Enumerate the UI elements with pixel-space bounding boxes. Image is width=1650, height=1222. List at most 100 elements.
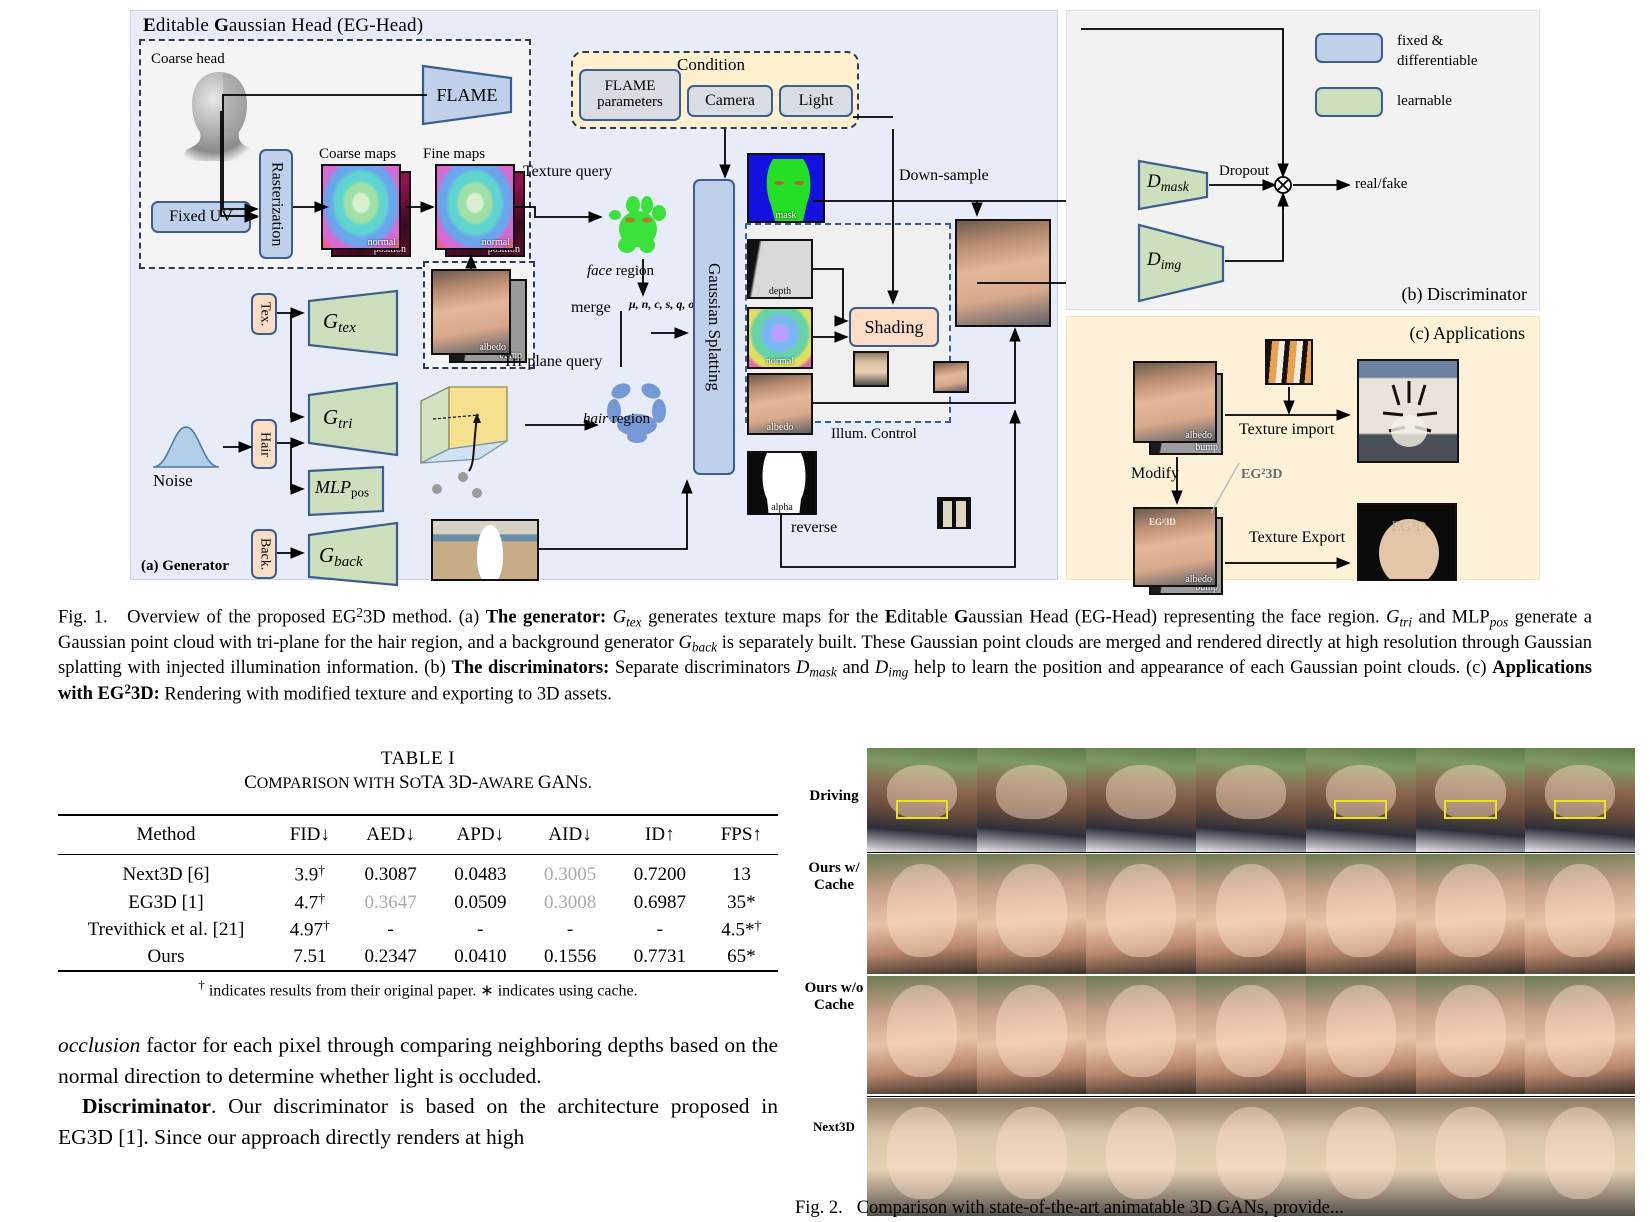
flame-parameters-line2: parameters [597,94,663,110]
fig2-face-overlay [1325,863,1396,958]
table-cell-dagger: † [318,863,326,878]
legend-label-fixed-l2: differentiable [1397,53,1478,69]
table-col-aid: AID↓ [525,814,615,855]
fig2-frame-r2-c5 [1415,976,1526,1094]
fig2-face-overlay [996,764,1067,819]
fig2-frame-r0-c0 [867,748,977,852]
table-cell-value: 0.3008 [543,891,597,913]
eg23d-watermark-label: EG²3D [1241,467,1283,482]
fig2-row-label-driving-l1: Driving [809,788,859,804]
app-source-albedo-caption: albedo [1185,430,1212,441]
fig2-face-overlay [1215,863,1287,958]
table-cell-value: 3.9† [294,863,326,886]
g-tri-block[interactable]: Gtri [307,381,399,457]
fig2-row-label-driving: Driving [795,788,873,805]
tri-plane-cube-icon [415,383,525,475]
table-col-method: Method [58,814,274,855]
coarse-head-mesh-icon [173,69,265,164]
branch-hair-block[interactable]: Hair [251,419,277,469]
legend-label-learnable: learnable [1397,93,1452,109]
g-tex-block[interactable]: Gtex [307,289,399,357]
table-1-subtitle-aware: AWARE [478,775,538,792]
table-col-aed: AED↓ [345,814,436,855]
mask-buffer: mask [747,153,825,223]
hair-region-label: hair region [583,411,651,427]
fig2-frame-r2-c3 [1196,976,1306,1094]
depth-caption: depth [768,286,792,297]
reverse-label: reverse [791,519,838,536]
table-cell-value: - [387,919,394,941]
fig2-row-label-ours-with-cache-l1: Ours w/ [808,860,860,876]
app-modified-albedo-caption: albedo [1185,574,1212,585]
fig2-face-overlay [1545,863,1616,958]
body-paragraph-1: occlusion factor for each pixel through … [58,1030,778,1091]
flame-parameters-block[interactable]: FLAME parameters [579,69,681,121]
final-render [955,219,1051,327]
figure-1-caption-prefix: Fig. 1. [58,607,108,628]
light-block[interactable]: Light [779,85,853,117]
table-cell-value: 0.7200 [633,863,686,885]
table-cell-value: 0.3647 [364,891,417,913]
table-cell-value: 0.6987 [633,891,686,913]
eg-head-title-e: E [143,15,156,36]
alpha-buffer: alpha [747,451,817,515]
fig2-frame-r2-c2 [1086,976,1197,1094]
legend-label-fixed-l1: fixed & [1397,33,1444,49]
shading-label: Shading [864,316,924,337]
table-cell-value: 0.3005 [543,863,597,885]
mlp-pos-block[interactable]: MLPpos [307,465,385,517]
branch-tex-label: Tex. [257,301,273,327]
fixed-uv-block[interactable]: Fixed UV [151,201,251,233]
panel-c-label: (c) Applications [1409,323,1525,343]
tiger-face-render [1357,359,1459,463]
fig2-mouth-highlight-box [1444,800,1497,819]
d-mask-block[interactable]: Dmask [1137,159,1209,211]
shading-block[interactable]: Shading [849,307,939,347]
camera-block[interactable]: Camera [687,85,773,117]
table-cell-value: 4.97† [289,918,330,942]
branch-tex-block[interactable]: Tex. [251,293,277,335]
flame-block[interactable]: FLAME [421,64,513,126]
table-col-fid: FID↓ [274,814,346,855]
texture-export-label: Texture Export [1249,529,1346,546]
normal-buffer: normal [747,307,813,369]
fig2-face-overlay [1106,764,1177,819]
fig2-face-overlay [1545,985,1616,1078]
discriminator-bold: Discriminator [82,1094,211,1119]
fig2-row-label-next3d: Next3D [795,1119,873,1135]
g-back-block[interactable]: Gback [307,521,399,587]
fig2-face-overlay [1435,985,1506,1078]
table-1-subtitle-gan: GAN [537,772,579,793]
albedo-caption: albedo [479,342,506,353]
fig2-frame-r1-c5 [1415,854,1526,974]
condition-label: Condition [677,55,746,74]
branch-back-block[interactable]: Back. [251,529,277,579]
eg-head-title: Editable Gaussian Head (EG-Head) [143,15,423,37]
d-img-block[interactable]: Dimg [1137,223,1225,303]
gaussian-splatting-label: Gaussian Splatting [704,263,724,391]
exported-asset-render: EG³D [1357,503,1457,581]
table-cell-value: 0.7731 [614,944,705,973]
tiger-texture-thumb [1265,339,1313,385]
rasterization-block[interactable]: Rasterization [259,149,293,259]
fig2-face-overlay [996,985,1067,1078]
table-cell-value: 0.0509 [454,891,507,913]
shading-result-thumb [853,351,889,387]
real-fake-label: real/fake [1355,176,1408,192]
fig2-frame-r0-c5 [1415,748,1526,852]
texture-import-label: Texture import [1239,421,1335,438]
face-region-gaussians-icon [603,193,673,257]
table-1-subtitle-omparison: OMPARISON WITH [256,775,400,792]
table-cell-value: - [656,919,663,941]
background-render [431,519,539,581]
table-col-fps: FPS↑ [704,814,778,855]
table-1-note: †† indicates results from their original… [198,977,638,1000]
merge-params-label: μ, n, c, s, q, o [629,297,695,311]
coarse-maps-label: Coarse maps [319,146,397,162]
body-paragraph-1-text: factor for each pixel through comparing … [58,1033,778,1088]
panel-a-label: (a) Generator [141,558,229,574]
rasterization-label: Rasterization [268,161,286,247]
table-row: EG3D [1] 4.7† 0.3647 0.0509 0.3008 0.6987 35* [58,889,778,917]
fig2-mouth-highlight-box [895,800,949,819]
gaussian-splatting-block[interactable]: Gaussian Splatting [693,179,735,475]
